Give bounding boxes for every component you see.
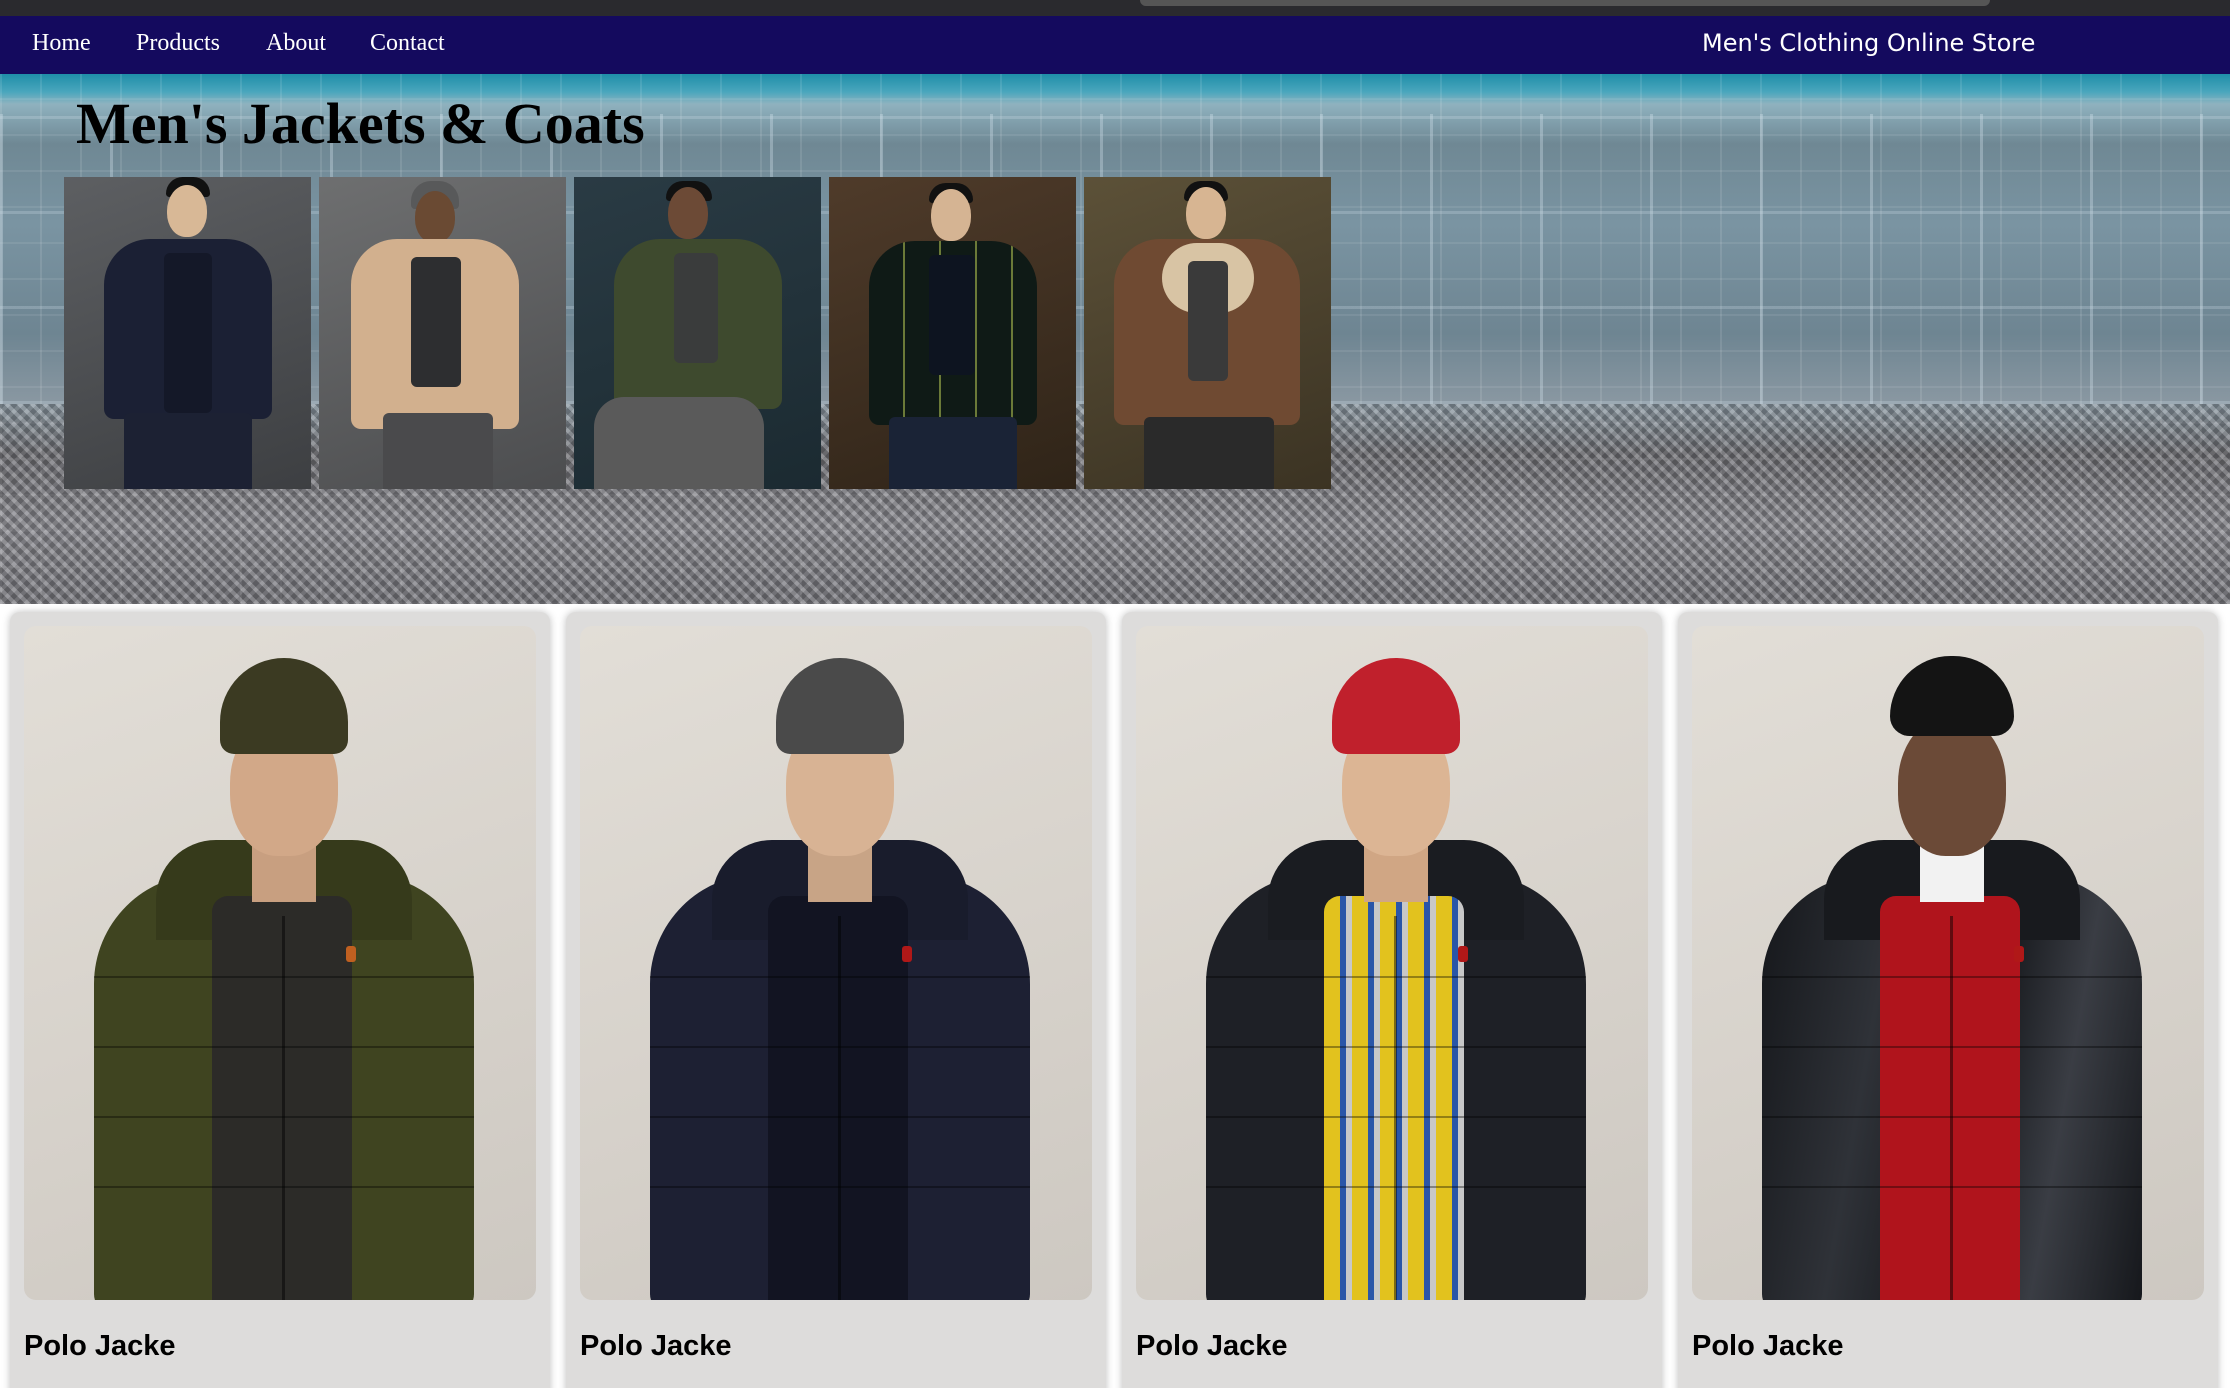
product-image-4[interactable] bbox=[1692, 626, 2204, 1300]
product-card-3[interactable]: Polo Jacke bbox=[1122, 612, 1662, 1388]
nav-home-link[interactable]: Home bbox=[32, 30, 91, 57]
nav-products-link[interactable]: Products bbox=[136, 30, 220, 57]
nav-contact-link[interactable]: Contact bbox=[370, 30, 445, 57]
browser-top-strip bbox=[0, 0, 2230, 16]
hero-thumbnail-3[interactable] bbox=[574, 177, 821, 489]
hero-thumbnail-4[interactable] bbox=[829, 177, 1076, 489]
product-card-1[interactable]: Polo Jacke bbox=[10, 612, 550, 1388]
product-title-4[interactable]: Polo Jacke bbox=[1692, 1330, 1844, 1363]
hero-thumbnail-1[interactable] bbox=[64, 177, 311, 489]
product-image-1[interactable] bbox=[24, 626, 536, 1300]
product-title-1[interactable]: Polo Jacke bbox=[24, 1330, 176, 1363]
store-brand-name: Men's Clothing Online Store bbox=[1702, 29, 2036, 57]
product-title-3[interactable]: Polo Jacke bbox=[1136, 1330, 1288, 1363]
product-image-3[interactable] bbox=[1136, 626, 1648, 1300]
product-title-2[interactable]: Polo Jacke bbox=[580, 1330, 732, 1363]
nav-about-link[interactable]: About bbox=[266, 30, 326, 57]
navbar: Home Products About Contact Men's Clothi… bbox=[0, 16, 2230, 74]
product-card-4[interactable]: Polo Jacke bbox=[1678, 612, 2218, 1388]
product-card-2[interactable]: Polo Jacke bbox=[566, 612, 1106, 1388]
browser-url-bar bbox=[1140, 0, 1990, 6]
hero-thumbnail-2[interactable] bbox=[319, 177, 566, 489]
product-image-2[interactable] bbox=[580, 626, 1092, 1300]
page-title: Men's Jackets & Coats bbox=[76, 91, 645, 156]
hero-thumbnail-5[interactable] bbox=[1084, 177, 1331, 489]
hero-banner: Men's Jackets & Coats bbox=[0, 74, 2230, 604]
